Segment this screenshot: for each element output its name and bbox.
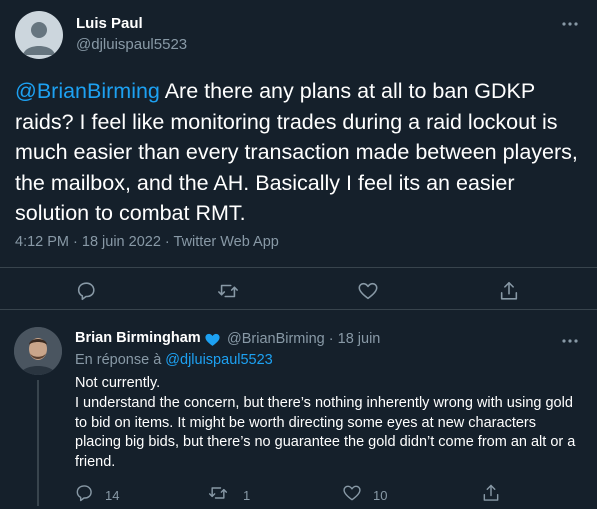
retweet-count: 1	[243, 488, 251, 503]
reply-icon[interactable]	[75, 280, 97, 302]
author-handle[interactable]: @djluispaul5523	[76, 36, 187, 53]
reply-handle-line: @BrianBirming · 18 juin	[227, 331, 380, 347]
reply-share-icon[interactable]	[481, 483, 501, 503]
reply-author-name[interactable]: Brian Birmingham	[75, 330, 201, 346]
replying-to-label: En réponse à	[75, 352, 166, 368]
reply-date[interactable]: 18 juin	[338, 331, 381, 347]
main-tweet: Luis Paul @djluispaul5523 @BrianBirming …	[0, 0, 597, 310]
thread-line	[37, 380, 39, 506]
default-avatar-icon	[23, 22, 55, 55]
more-options-icon[interactable]	[560, 14, 580, 34]
like-count: 10	[373, 488, 388, 503]
reply-retweet-icon[interactable]	[208, 483, 228, 503]
reply-author-handle[interactable]: @BrianBirming	[227, 331, 325, 347]
share-icon[interactable]	[498, 280, 520, 302]
reply-avatar[interactable]	[14, 327, 62, 375]
avatar[interactable]	[15, 11, 63, 59]
separator-dot: ·	[324, 331, 338, 347]
replying-to: En réponse à @djluispaul5523	[75, 352, 273, 368]
reply-more-options-icon[interactable]	[560, 331, 580, 351]
action-bar-divider	[0, 267, 597, 268]
tweet-text: @BrianBirming Are there any plans at all…	[15, 76, 585, 229]
author-name[interactable]: Luis Paul	[76, 15, 143, 32]
reply-text: Not currently. I understand the concern,…	[75, 374, 585, 473]
like-icon[interactable]	[357, 280, 379, 302]
verified-badge-icon	[204, 331, 221, 348]
retweet-icon[interactable]	[217, 280, 239, 302]
reply-count: 14	[105, 488, 120, 503]
profile-photo-icon	[14, 327, 62, 375]
tweet-timestamp[interactable]: 4:12 PM · 18 juin 2022 · Twitter Web App	[15, 234, 279, 250]
reply-text-line: Not currently.	[75, 375, 161, 391]
replying-to-link[interactable]: @djluispaul5523	[165, 352, 272, 368]
reply-reply-icon[interactable]	[74, 483, 94, 503]
reply-like-icon[interactable]	[342, 483, 362, 503]
reply-text-paragraph: I understand the concern, but there’s no…	[75, 394, 576, 471]
mention-link[interactable]: @BrianBirming	[15, 79, 160, 103]
